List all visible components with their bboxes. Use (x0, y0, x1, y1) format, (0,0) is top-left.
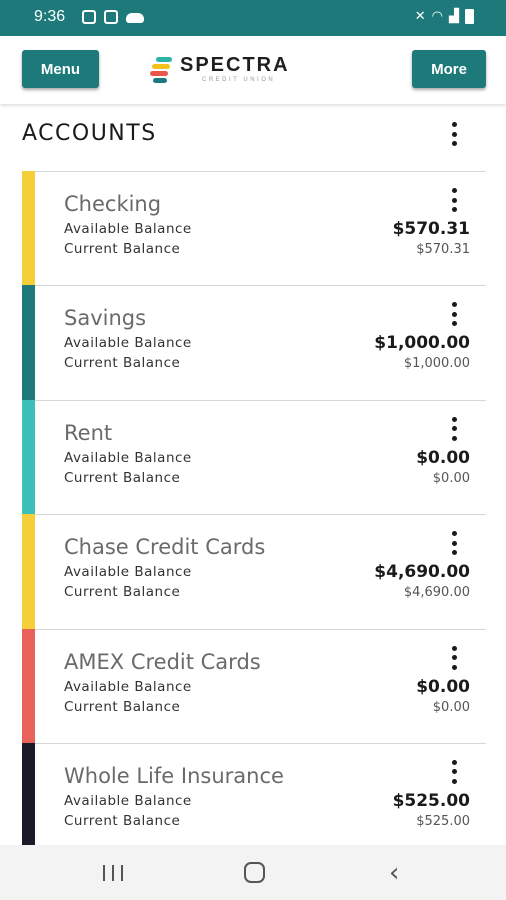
current-balance-value: $0.00 (432, 699, 470, 715)
account-name: Whole Life Insurance (64, 763, 284, 788)
available-balance-value: $0.00 (416, 676, 470, 697)
page-title: ACCOUNTS (22, 121, 157, 146)
account-color-bar (22, 628, 35, 744)
recents-icon[interactable] (103, 865, 123, 881)
available-balance-value: $525.00 (392, 790, 470, 811)
system-navigation-bar: ‹ (0, 845, 506, 900)
account-options-icon[interactable] (446, 644, 462, 672)
account-name: Rent (64, 420, 113, 445)
current-balance-label: Current Balance (64, 812, 181, 829)
notification-icons (82, 10, 144, 24)
logo-subtitle: CREDIT UNION (202, 77, 276, 83)
accounts-list: Checking Available Balance Current Balan… (22, 171, 486, 859)
app-header: Menu SPECTRA CREDIT UNION More (0, 36, 506, 104)
more-button[interactable]: More (412, 50, 486, 88)
account-name: Savings (64, 306, 147, 331)
signal-icon: ▟ (449, 9, 459, 24)
status-bar: 9:36 ✕ ◠ ▟ (0, 0, 506, 36)
status-time: 9:36 (34, 8, 66, 25)
mute-icon: ✕ (414, 9, 426, 24)
account-row-rent[interactable]: Rent Available Balance Current Balance $… (22, 399, 486, 516)
accounts-options-icon[interactable] (446, 120, 462, 148)
available-balance-label: Available Balance (64, 449, 192, 466)
current-balance-value: $570.31 (416, 242, 470, 257)
available-balance-value: $1,000.00 (374, 333, 470, 354)
available-balance-label: Available Balance (64, 564, 192, 581)
available-balance-value: $4,690.00 (374, 562, 470, 583)
current-balance-value: $4,690.00 (403, 585, 470, 601)
battery-icon (465, 9, 474, 24)
mail-notification-icon (104, 10, 118, 24)
account-name: AMEX Credit Cards (64, 649, 261, 674)
available-balance-label: Available Balance (64, 792, 192, 809)
account-color-bar (22, 285, 35, 401)
current-balance-value: $525.00 (416, 813, 470, 829)
current-balance-label: Current Balance (64, 469, 181, 486)
logo-name: SPECTRA (180, 54, 290, 76)
available-balance-label: Available Balance (64, 678, 192, 695)
account-color-bar (22, 171, 35, 287)
current-balance-label: Current Balance (64, 241, 181, 257)
available-balance-label: Available Balance (64, 335, 192, 352)
current-balance-label: Current Balance (64, 584, 181, 601)
back-icon[interactable]: ‹ (389, 858, 399, 888)
account-options-icon[interactable] (446, 300, 462, 328)
current-balance-value: $0.00 (432, 470, 470, 486)
account-row-chase-credit-cards[interactable]: Chase Credit Cards Available Balance Cur… (22, 514, 486, 630)
current-balance-label: Current Balance (64, 355, 181, 372)
account-row-amex-credit-cards[interactable]: AMEX Credit Cards Available Balance Curr… (22, 628, 486, 744)
account-color-bar (22, 742, 35, 859)
menu-button[interactable]: Menu (22, 50, 99, 88)
current-balance-value: $1,000.00 (403, 356, 470, 372)
account-options-icon[interactable] (446, 186, 462, 214)
home-icon[interactable] (244, 862, 265, 883)
available-balance-label: Available Balance (64, 221, 192, 237)
account-options-icon[interactable] (446, 415, 462, 443)
account-options-icon[interactable] (446, 529, 462, 557)
account-name: Chase Credit Cards (64, 535, 266, 560)
account-color-bar (22, 399, 35, 516)
account-options-icon[interactable] (446, 758, 462, 786)
spectra-logo: SPECTRA CREDIT UNION (150, 54, 300, 90)
account-name: Checking (64, 192, 162, 216)
account-row-checking[interactable]: Checking Available Balance Current Balan… (22, 171, 486, 287)
available-balance-value: $570.31 (392, 219, 470, 239)
cloud-icon (126, 13, 144, 23)
account-row-savings[interactable]: Savings Available Balance Current Balanc… (22, 285, 486, 401)
wifi-icon: ◠ (431, 9, 443, 24)
current-balance-label: Current Balance (64, 698, 181, 715)
account-color-bar (22, 514, 35, 630)
system-icons: ✕ ◠ ▟ (415, 9, 474, 24)
account-row-whole-life-insurance[interactable]: Whole Life Insurance Available Balance C… (22, 742, 486, 859)
logo-mark-icon (150, 57, 174, 83)
available-balance-value: $0.00 (416, 447, 470, 468)
notification-icon (82, 10, 96, 24)
